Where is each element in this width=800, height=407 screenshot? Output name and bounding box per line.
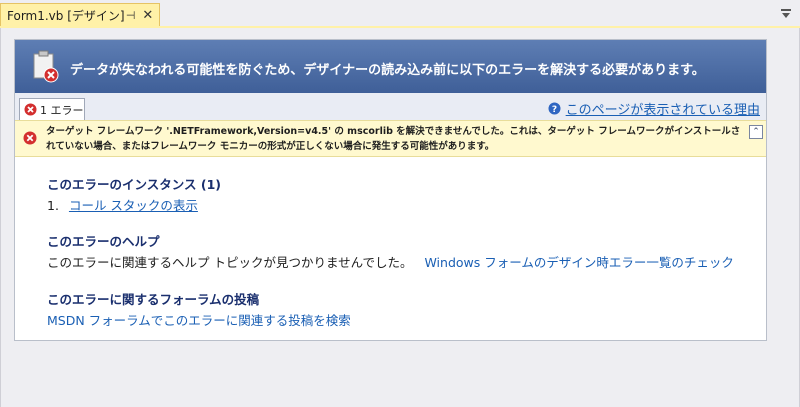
view-call-stack-link[interactable]: コール スタックの表示 — [69, 198, 198, 213]
windows-forms-errors-link[interactable]: Windows フォームのデザイン時エラー一覧のチェック — [424, 255, 733, 270]
clipboard-error-icon — [33, 50, 59, 83]
msdn-forum-search-link[interactable]: MSDN フォーラムでこのエラーに関連する投稿を検索 — [47, 313, 351, 328]
pin-icon[interactable]: ⊣ — [125, 8, 137, 22]
tab-form1-designer[interactable]: Form1.vb [デザイン] ⊣ ✕ — [0, 3, 160, 26]
error-message-box: ターゲット フレームワーク '.NETFramework,Version=v4.… — [15, 120, 766, 157]
tab-title: Form1.vb [デザイン] — [7, 8, 125, 23]
tab-overflow-dropdown-icon[interactable] — [780, 8, 792, 20]
instances-section-title: このエラーのインスタンス (1) — [47, 177, 221, 192]
help-section-title: このエラーのヘルプ — [47, 234, 160, 249]
error-message-text: ターゲット フレームワーク '.NETFramework,Version=v4.… — [46, 126, 741, 152]
close-icon[interactable]: ✕ — [142, 8, 154, 23]
help-section-line: このエラーに関連するヘルプ トピックが見つかりませんでした。 Windows フ… — [47, 252, 734, 271]
designer-content: データが失なわれる可能性を防ぐため、デザイナーの読み込み前に以下のエラーを解決す… — [0, 28, 800, 407]
error-icon — [24, 103, 37, 116]
collapse-icon[interactable]: ⌃ — [749, 125, 763, 139]
why-this-page-link[interactable]: ? このページが表示されている理由 — [548, 99, 760, 118]
instance-item-number: 1. — [47, 198, 59, 213]
document-tab-strip: Form1.vb [デザイン] ⊣ ✕ — [0, 0, 800, 28]
banner-message: データが失なわれる可能性を防ぐため、デザイナーの読み込み前に以下のエラーを解決す… — [70, 63, 705, 78]
svg-text:?: ? — [552, 105, 557, 115]
help-icon: ? — [548, 102, 561, 115]
instance-item: 1. コール スタックの表示 — [47, 195, 198, 214]
why-this-page-label[interactable]: このページが表示されている理由 — [566, 99, 760, 118]
tab-errors[interactable]: 1 エラー — [19, 98, 85, 120]
designer-error-panel: データが失なわれる可能性を防ぐため、デザイナーの読み込み前に以下のエラーを解決す… — [14, 39, 767, 341]
error-banner: データが失なわれる可能性を防ぐため、デザイナーの読み込み前に以下のエラーを解決す… — [15, 40, 766, 93]
forum-section-title: このエラーに関するフォーラムの投稿 — [47, 292, 260, 307]
forum-section-line: MSDN フォーラムでこのエラーに関連する投稿を検索 — [47, 310, 351, 329]
error-icon — [23, 131, 37, 145]
help-section-text: このエラーに関連するヘルプ トピックが見つかりませんでした。 — [47, 255, 413, 270]
error-tab-label: 1 エラー — [40, 103, 84, 117]
